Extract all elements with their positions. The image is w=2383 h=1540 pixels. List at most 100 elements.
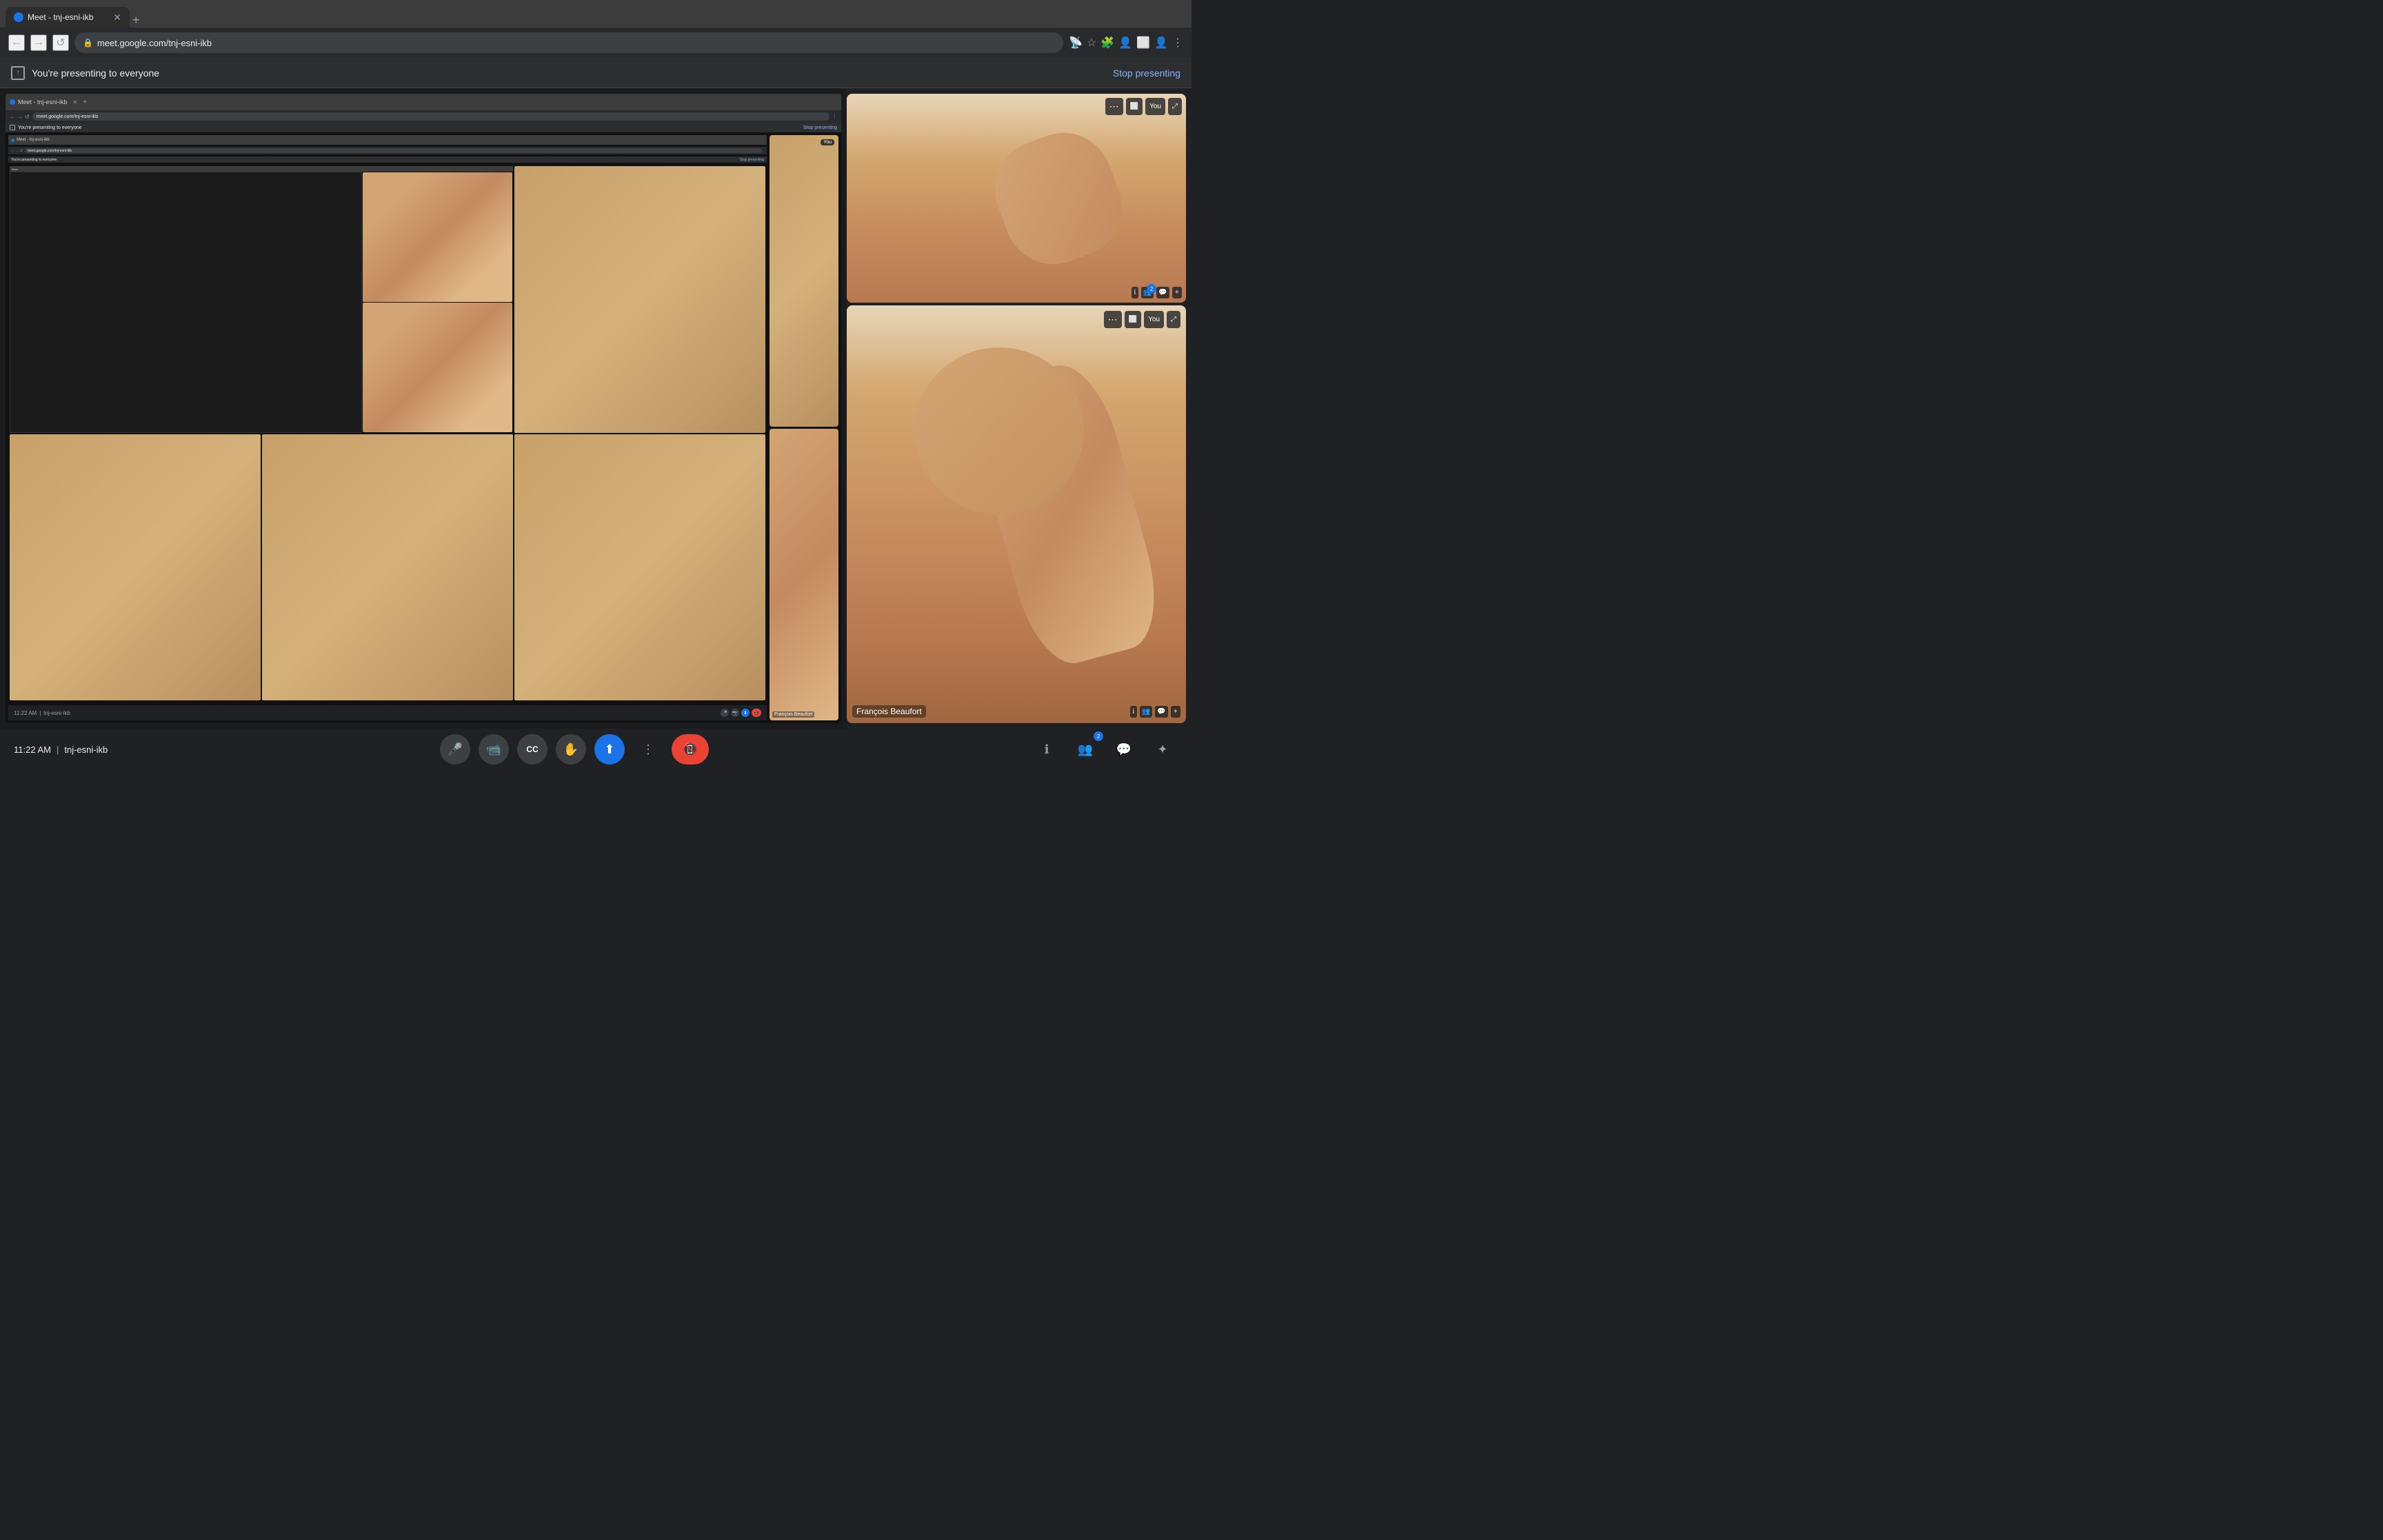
- deep-nested-chrome: Meet - tnj-esni-ikb: [8, 135, 767, 145]
- deep-tab-favicon: [11, 139, 14, 142]
- tile-expand-btn-medium[interactable]: ⤢: [1168, 98, 1182, 115]
- account-icon[interactable]: 👤: [1154, 36, 1168, 50]
- large-tile-activities-btn[interactable]: ✦: [1171, 706, 1180, 718]
- presenting-label: You're presenting to everyone: [32, 68, 159, 79]
- nested-new-tab[interactable]: +: [83, 99, 87, 106]
- people-count-badge: 2: [1094, 731, 1103, 741]
- large-tile-info-btn[interactable]: ℹ: [1130, 706, 1137, 718]
- time-text: 11:22 AM: [14, 744, 51, 755]
- nested-nav: ← → ↺ meet.google.com/tnj-esni-ikb ⋮: [6, 110, 841, 123]
- cast-icon[interactable]: 📡: [1069, 36, 1083, 50]
- nested-present-icon: ↑: [10, 125, 15, 130]
- tile-actions-medium: ℹ 👥 2 💬 ✦: [1132, 287, 1182, 298]
- large-tile-more-btn[interactable]: ⋯: [1104, 311, 1122, 328]
- meeting-separator: |: [57, 744, 59, 755]
- tile-chat-btn-medium[interactable]: 💬: [1156, 287, 1169, 298]
- tile-people-btn-medium[interactable]: 👥 2: [1141, 287, 1154, 298]
- deep-stop-btn: Stop presenting: [740, 158, 764, 162]
- toolbar-center: 🎤 📹 CC ✋ ⬆ ⋮ 📵: [125, 734, 1023, 764]
- thumb-face-1: [514, 166, 765, 433]
- nested-address-bar[interactable]: meet.google.com/tnj-esni-ikb: [32, 112, 829, 121]
- toolbar-right: ℹ 👥 2 💬 ✦: [1032, 734, 1178, 764]
- info-button[interactable]: ℹ: [1032, 734, 1062, 764]
- tile-activities-btn-medium[interactable]: ✦: [1172, 287, 1182, 298]
- captions-button[interactable]: CC: [517, 734, 547, 764]
- participant-name-large: François Beaufort: [852, 705, 926, 718]
- tile-info-btn-medium[interactable]: ℹ: [1132, 287, 1138, 298]
- camera-icon: 📹: [486, 742, 501, 757]
- person-head-large: [914, 347, 1084, 514]
- chat-button[interactable]: 💬: [1109, 734, 1139, 764]
- nested-end-btn[interactable]: 📵: [752, 709, 761, 717]
- nested-p-tile-2: François Beaufort: [770, 429, 838, 720]
- stop-presenting-button[interactable]: Stop presenting: [1113, 68, 1180, 79]
- browser-tab-bar: Meet - tnj-esni-ikb ✕ +: [6, 0, 140, 28]
- tile-pip-btn-medium[interactable]: ⬜: [1126, 98, 1143, 115]
- presentation-banner: You're presenting to everyone Stop prese…: [0, 58, 1192, 88]
- nested-tab-close[interactable]: ✕: [73, 99, 78, 105]
- info-icon: ℹ: [1045, 742, 1049, 757]
- thumb-face-3: [262, 434, 513, 701]
- tab-close-btn[interactable]: ✕: [113, 12, 121, 23]
- nested-cam-btn[interactable]: 📷: [731, 709, 739, 717]
- nested-banner: ↑ You're presenting to everyone Stop pre…: [6, 123, 841, 132]
- participant-tile-large: ⋯ ⬜ You ⤢ François Beaufort ℹ 👥 💬 ✦: [847, 305, 1186, 723]
- address-bar[interactable]: 🔒 meet.google.com/tnj-esni-ikb: [74, 32, 1063, 53]
- people-icon: 👥: [1078, 742, 1093, 757]
- tab-favicon: [14, 12, 23, 22]
- camera-button[interactable]: 📹: [479, 734, 509, 764]
- raise-hand-button[interactable]: ✋: [556, 734, 586, 764]
- chrome-more-icon[interactable]: ⋮: [1172, 36, 1183, 50]
- nested-tab-title: Meet - tnj-esni-ikb: [18, 99, 68, 105]
- participant-video-medium: [847, 94, 1186, 303]
- people-badge-medium: 2: [1147, 284, 1156, 294]
- nested-present-btn[interactable]: ⬆: [741, 709, 750, 717]
- large-tile-people-btn[interactable]: 👥: [1140, 706, 1152, 718]
- present-button[interactable]: ⬆: [594, 734, 625, 764]
- grid-mini-p1: [363, 172, 512, 302]
- nested-francois-label: François Beaufort: [772, 711, 814, 718]
- grid-cell-2: [10, 434, 261, 701]
- you-text-medium: You: [1149, 103, 1161, 110]
- raise-hand-icon: ✋: [563, 742, 579, 757]
- nested-address-text: meet.google.com/tnj-esni-ikb: [37, 114, 99, 119]
- nested-back: ←: [10, 114, 15, 120]
- grid-person2-face: [363, 303, 512, 432]
- nested-stop-btn[interactable]: Stop presenting: [803, 125, 837, 130]
- address-text: meet.google.com/tnj-esni-ikb: [97, 38, 212, 48]
- nested-p2-video: [770, 429, 838, 720]
- new-tab-button[interactable]: +: [132, 13, 140, 28]
- activities-button[interactable]: ✦: [1147, 734, 1178, 764]
- participant-video-large: [847, 305, 1186, 723]
- nested-mic-btn[interactable]: 🎤: [721, 709, 729, 717]
- thumb-face-4: [514, 434, 765, 701]
- browser-tab[interactable]: Meet - tnj-esni-ikb ✕: [6, 7, 130, 28]
- large-tile-chat-btn[interactable]: 💬: [1155, 706, 1167, 718]
- profile-icon[interactable]: 👤: [1118, 36, 1132, 50]
- extension-icon[interactable]: 🧩: [1100, 36, 1114, 50]
- deep-address: meet.google.com/tnj-esni-ikb: [25, 148, 762, 153]
- window-icon[interactable]: ⬜: [1136, 36, 1150, 50]
- mic-icon: 🎤: [448, 742, 463, 757]
- deep-nested-nav: ← → ↺ meet.google.com/tnj-esni-ikb: [8, 147, 767, 154]
- nested-nav-icons: ⋮: [832, 114, 837, 119]
- screen-share-area: Meet - tnj-esni-ikb ✕ + ← → ↺ meet.googl…: [0, 88, 847, 729]
- large-tile-expand-btn[interactable]: ⤢: [1167, 311, 1180, 328]
- browser-chrome: Meet - tnj-esni-ikb ✕ +: [0, 0, 1192, 28]
- more-button[interactable]: ⋮: [633, 734, 663, 764]
- back-button[interactable]: ←: [8, 34, 25, 51]
- reload-button[interactable]: ↺: [52, 34, 69, 51]
- tile-more-btn-medium[interactable]: ⋯: [1105, 98, 1123, 115]
- main-content: Meet - tnj-esni-ikb ✕ + ← → ↺ meet.googl…: [0, 88, 1192, 729]
- captions-icon: CC: [526, 744, 538, 754]
- activities-icon: ✦: [1157, 742, 1167, 757]
- end-call-button[interactable]: 📵: [672, 734, 709, 764]
- present-icon: [11, 66, 25, 80]
- large-tile-pip-btn[interactable]: ⬜: [1125, 311, 1141, 328]
- forward-button[interactable]: →: [30, 34, 47, 51]
- participants-area: ⋯ ⬜ You ⤢ ℹ 👥 2 💬 ✦: [847, 88, 1192, 729]
- bookmark-icon[interactable]: ☆: [1087, 36, 1096, 50]
- nested-p-tile-1: You: [770, 135, 838, 427]
- people-button[interactable]: 👥 2: [1070, 734, 1100, 764]
- mic-button[interactable]: 🎤: [440, 734, 470, 764]
